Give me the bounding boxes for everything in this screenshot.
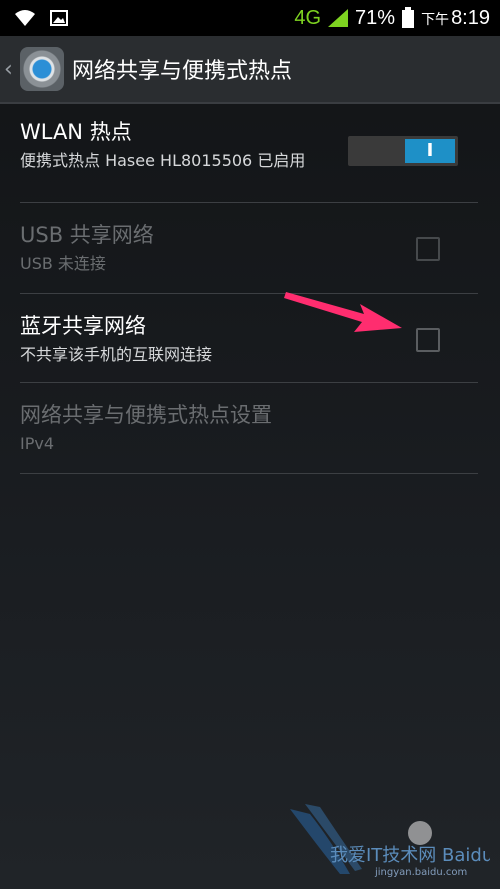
clock-period: 下午	[421, 10, 450, 27]
usb-tethering-title: USB 共享网络	[20, 223, 154, 247]
list-item-hotspot-settings: 网络共享与便携式热点设置 IPv4	[20, 383, 478, 474]
clock-time: 8:19	[451, 6, 490, 29]
clock: 下午 8:19	[421, 7, 490, 30]
hotspot-settings-title: 网络共享与便携式热点设置	[20, 403, 272, 427]
status-bar: 4G 71% 下午 8:19	[0, 0, 500, 36]
watermark-logo-icon: 我爱IT技术网 Baidu经验 jingyan.baidu.com	[290, 804, 500, 878]
bluetooth-tethering-checkbox[interactable]	[416, 328, 440, 352]
back-chevron-icon[interactable]: ‹	[4, 57, 14, 82]
wifi-icon	[15, 10, 35, 26]
usb-tethering-checkbox	[416, 237, 440, 261]
hotspot-settings-subtitle: IPv4	[20, 434, 55, 453]
toggle-knob: I	[405, 139, 455, 163]
settings-app-icon[interactable]	[20, 47, 64, 91]
settings-list: WLAN 热点 便携式热点 Hasee HL8015506 已启用 I USB …	[20, 104, 478, 474]
annotation-arrow-icon	[284, 292, 402, 332]
list-item-usb-tethering: USB 共享网络 USB 未连接	[20, 203, 478, 294]
signal-icon	[328, 9, 349, 27]
svg-text:我爱IT技术网 Baidu经验: 我爱IT技术网 Baidu经验	[330, 845, 490, 866]
page-title: 网络共享与便携式热点	[72, 59, 293, 84]
bluetooth-tethering-title: 蓝牙共享网络	[20, 314, 146, 338]
image-notification-icon	[50, 10, 68, 26]
usb-tethering-subtitle: USB 未连接	[20, 254, 106, 273]
battery-icon	[402, 7, 415, 28]
network-type: 4G	[294, 6, 322, 29]
action-bar: ‹ 网络共享与便携式热点	[0, 36, 500, 104]
svg-text:jingyan.baidu.com: jingyan.baidu.com	[374, 867, 467, 878]
list-item-wlan-hotspot[interactable]: WLAN 热点 便携式热点 Hasee HL8015506 已启用 I	[20, 104, 478, 203]
watermark: 我爱IT技术网 Baidu经验 jingyan.baidu.com	[280, 799, 500, 883]
battery-percent: 71%	[355, 6, 396, 29]
bluetooth-tethering-subtitle: 不共享该手机的互联网连接	[20, 345, 213, 364]
list-item-bluetooth-tethering[interactable]: 蓝牙共享网络 不共享该手机的互联网连接	[20, 294, 478, 383]
wlan-hotspot-subtitle: 便携式热点 Hasee HL8015506 已启用	[20, 151, 306, 170]
wlan-hotspot-toggle[interactable]: I	[348, 136, 458, 166]
